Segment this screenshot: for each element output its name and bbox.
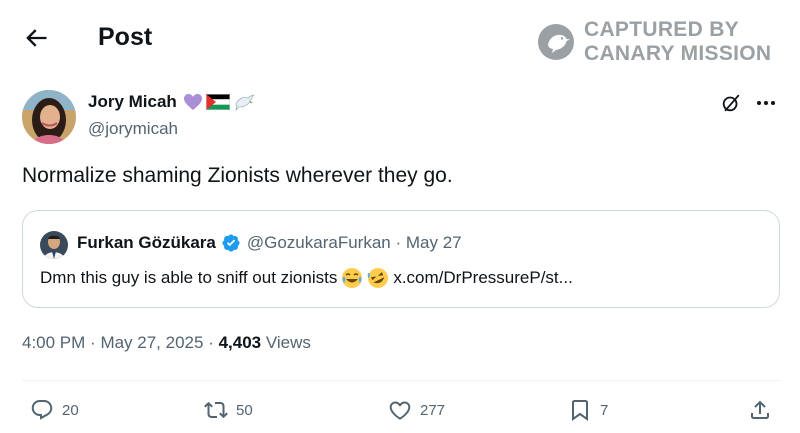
meta-separator: ·	[90, 333, 101, 352]
bookmark-button[interactable]: 7	[568, 396, 608, 424]
repost-icon	[204, 401, 228, 419]
rolling-laughing-icon	[367, 268, 389, 288]
bookmark-count: 7	[600, 401, 609, 419]
bookmark-icon	[572, 400, 588, 421]
author-name-row[interactable]: Jory Micah	[88, 92, 255, 112]
more-options-icon[interactable]	[754, 92, 778, 114]
author-handle[interactable]: @jorymicah	[88, 119, 178, 139]
reply-button[interactable]: 20	[30, 396, 79, 424]
post-date[interactable]: May 27, 2025	[100, 333, 203, 352]
page-title: Post	[98, 23, 153, 51]
post-time[interactable]: 4:00 PM	[22, 333, 85, 352]
share-button[interactable]	[748, 396, 772, 424]
avatar[interactable]	[22, 90, 76, 144]
like-count: 277	[420, 401, 446, 419]
watermark-line2: CANARY MISSION	[584, 42, 772, 65]
watermark-line1: CAPTURED BY	[584, 18, 739, 41]
quote-avatar[interactable]	[40, 231, 68, 259]
purple-heart-icon	[183, 94, 202, 110]
author-name[interactable]: Jory Micah	[88, 92, 177, 112]
repost-count: 50	[236, 401, 253, 419]
quote-author-name: Furkan Gözükara	[77, 233, 216, 252]
post-header: Post CAPTURED BY CANARY MISSION	[0, 0, 800, 78]
post-meta: 4:00 PM · May 27, 2025 · 4,403 Views	[22, 333, 311, 353]
meta-separator: ·	[208, 333, 219, 352]
quote-header: Furkan Gözükara @GozukaraFurkan · May 27	[77, 233, 462, 253]
grok-icon[interactable]	[720, 92, 742, 114]
arrow-left-icon	[26, 29, 47, 47]
quote-link[interactable]: x.com/DrPressureP/st...	[393, 268, 572, 288]
watermark: CAPTURED BY CANARY MISSION	[537, 18, 787, 66]
avatar-image	[22, 90, 76, 144]
views-count: 4,403	[218, 333, 262, 352]
repost-button[interactable]: 50	[204, 396, 253, 424]
tears-of-joy-icon	[342, 268, 363, 288]
name-emojis	[183, 92, 255, 112]
divider	[22, 380, 780, 381]
share-icon	[751, 400, 769, 419]
quote-body: Dmn this guy is able to sniff out zionis…	[40, 267, 573, 289]
quote-separator: ·	[390, 233, 406, 252]
post-text: Normalize shaming Zionists wherever they…	[22, 164, 453, 187]
back-button[interactable]	[22, 24, 50, 52]
heart-icon	[389, 401, 411, 420]
quote-author-handle: @GozukaraFurkan	[246, 233, 391, 252]
dove-icon	[235, 94, 255, 112]
views-label: Views	[265, 333, 311, 352]
quote-date: May 27	[405, 233, 462, 252]
reply-count: 20	[62, 401, 79, 419]
palestine-flag-icon	[205, 94, 230, 110]
quoted-post[interactable]: Furkan Gözükara @GozukaraFurkan · May 27…	[22, 210, 780, 308]
quote-avatar-image	[40, 231, 68, 259]
canary-logo-icon	[538, 24, 574, 60]
like-button[interactable]: 277	[388, 396, 445, 424]
quote-text: Dmn this guy is able to sniff out zionis…	[40, 268, 338, 287]
reply-icon	[31, 400, 53, 420]
verified-badge-icon	[222, 234, 240, 252]
